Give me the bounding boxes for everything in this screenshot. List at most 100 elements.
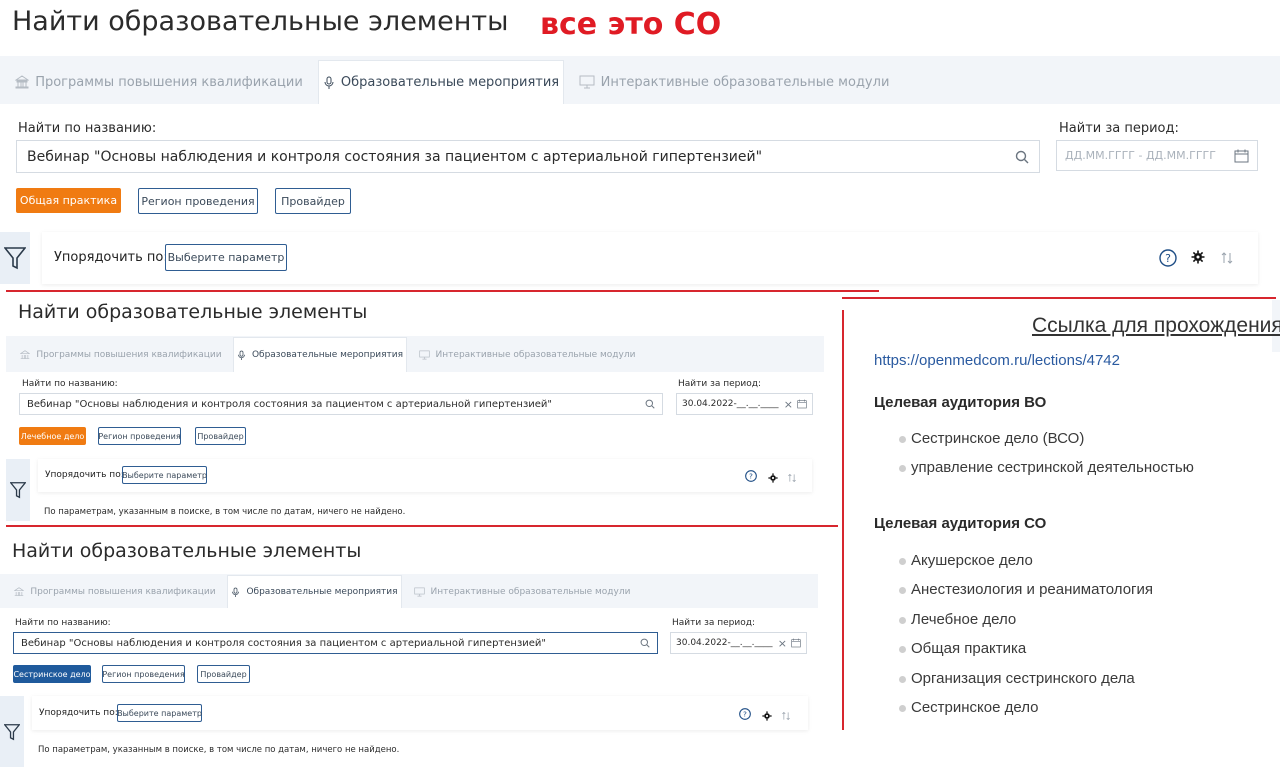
chip-region[interactable]: Регион проведения — [98, 427, 181, 445]
page-title: Найти образовательные элементы — [12, 6, 509, 37]
chip-provider[interactable]: Провайдер — [197, 665, 250, 683]
chip-region[interactable]: Регион проведения — [102, 665, 185, 683]
period-input[interactable]: ДД.ММ.ГГГГ - ДД.ММ.ГГГГ — [1056, 140, 1258, 171]
chip-specialty[interactable]: Общая практика — [16, 188, 121, 213]
tab-label: Образовательные мероприятия — [340, 75, 560, 90]
tab-label: Интерактивные образовательные модули — [600, 74, 890, 90]
period-label: Найти за период: — [672, 618, 755, 628]
help-icon[interactable]: ? — [1159, 249, 1177, 272]
filter-icon — [10, 482, 26, 499]
search-input[interactable]: Вебинар "Основы наблюдения и контроля со… — [13, 632, 658, 654]
sort-bar: Упорядочить по: Выберите параметр ? — [38, 459, 812, 492]
calendar-icon[interactable] — [797, 399, 807, 409]
sort-order-icon[interactable] — [1220, 251, 1234, 270]
tab-programs[interactable]: Программы повышения квалификации — [12, 60, 306, 104]
sort-select-button[interactable]: Выберите параметр — [165, 244, 287, 271]
tab-label: Интерактивные образовательные модули — [435, 349, 636, 360]
red-separator — [6, 290, 879, 292]
bullet — [899, 676, 906, 683]
svg-text:?: ? — [743, 710, 747, 719]
not-found-message: По параметрам, указанным в поиске, в том… — [44, 507, 406, 517]
clear-icon[interactable]: × — [778, 637, 787, 650]
chip-specialty[interactable]: Лечебное дело — [19, 427, 86, 445]
gear-icon[interactable] — [1191, 250, 1205, 269]
tab-events[interactable]: Образовательные мероприятия — [227, 575, 402, 608]
bank-icon — [14, 586, 25, 597]
sort-order-icon[interactable] — [787, 470, 797, 488]
chip-provider[interactable]: Провайдер — [275, 188, 351, 214]
period-value: 30.04.2022-__.__.____ — [676, 638, 773, 648]
red-separator-vertical — [842, 310, 844, 730]
clear-icon[interactable]: × — [784, 398, 793, 411]
audience-info-panel: Ссылка для прохождения https://openmedco… — [864, 300, 1280, 740]
filter-toggle[interactable] — [6, 459, 30, 521]
help-icon[interactable]: ? — [745, 469, 757, 487]
red-separator — [6, 525, 838, 527]
sort-select-button[interactable]: Выберите параметр — [117, 704, 202, 722]
monitor-icon — [579, 75, 595, 89]
bullet — [899, 465, 906, 472]
tab-programs[interactable]: Программы повышения квалификации — [12, 576, 218, 607]
audience-so-item: Общая практика — [911, 640, 1027, 657]
chip-region[interactable]: Регион проведения — [138, 188, 258, 214]
period-input[interactable]: 30.04.2022-__.__.____ × — [676, 393, 813, 415]
monitor-icon — [413, 587, 425, 597]
tab-events[interactable]: Образовательные мероприятия — [318, 60, 564, 104]
audience-so-item: Лечебное дело — [911, 611, 1017, 628]
tab-modules[interactable]: Интерактивные образовательные модули — [418, 338, 636, 371]
gear-icon[interactable] — [762, 708, 772, 726]
search-input[interactable]: Вебинар "Основы наблюдения и контроля со… — [19, 393, 663, 415]
period-label: Найти за период: — [678, 379, 761, 389]
lection-url-link[interactable]: https://openmedcom.ru/lections/4742 — [874, 352, 1120, 369]
search-icon[interactable] — [645, 399, 655, 409]
period-value: 30.04.2022-__.__.____ — [682, 399, 779, 409]
sort-bar: Упорядочить по: Выберите параметр ? — [32, 696, 808, 730]
gear-icon[interactable] — [768, 470, 778, 488]
help-icon[interactable]: ? — [739, 707, 751, 725]
search-icon[interactable] — [640, 638, 650, 648]
bank-icon — [20, 349, 31, 360]
bullet — [899, 705, 906, 712]
chip-specialty[interactable]: Сестринское дело — [13, 665, 91, 683]
microphone-icon — [237, 350, 246, 361]
microphone-icon — [323, 76, 335, 90]
search-value: Вебинар "Основы наблюдения и контроля со… — [27, 148, 763, 165]
tab-label: Интерактивные образовательные модули — [430, 586, 631, 597]
annotation-text: все это СО — [540, 7, 722, 42]
link-heading: Ссылка для прохождения — [1032, 314, 1280, 337]
bullet — [899, 646, 906, 653]
search-label: Найти по названию: — [15, 618, 111, 628]
tab-label: Программы повышения квалификации — [30, 586, 216, 597]
chip-provider[interactable]: Провайдер — [195, 427, 246, 445]
period-label: Найти за период: — [1059, 121, 1179, 136]
not-found-message: По параметрам, указанным в поиске, в том… — [38, 745, 400, 755]
sort-order-icon[interactable] — [781, 708, 791, 726]
search-icon[interactable] — [1015, 150, 1029, 164]
tab-events[interactable]: Образовательные мероприятия — [233, 337, 407, 372]
search-input[interactable]: Вебинар "Основы наблюдения и контроля со… — [16, 140, 1040, 173]
filter-icon — [4, 723, 20, 740]
tab-label: Образовательные мероприятия — [246, 587, 398, 597]
tab-modules[interactable]: Интерактивные образовательные модули — [579, 60, 889, 104]
monitor-icon — [418, 350, 430, 360]
calendar-icon[interactable] — [1234, 149, 1249, 163]
page-title: Найти образовательные элементы — [12, 540, 362, 562]
calendar-icon[interactable] — [791, 638, 801, 648]
audience-vo-heading: Целевая аудитория ВО — [874, 394, 1047, 411]
tab-programs[interactable]: Программы повышения квалификации — [18, 338, 224, 371]
sort-select-button[interactable]: Выберите параметр — [122, 466, 207, 484]
filter-toggle[interactable] — [0, 696, 24, 767]
sort-label: Упорядочить по: — [54, 250, 168, 265]
sort-bar: Упорядочить по: Выберите параметр ? — [42, 232, 1258, 284]
filter-toggle[interactable] — [0, 232, 30, 284]
red-separator — [842, 297, 1276, 299]
bullet — [899, 587, 906, 594]
period-input[interactable]: 30.04.2022-__.__.____ × — [670, 632, 807, 654]
audience-so-item: Сестринское дело — [911, 699, 1039, 716]
search-label: Найти по названию: — [18, 121, 157, 136]
svg-text:?: ? — [1165, 252, 1171, 265]
page-title: Найти образовательные элементы — [18, 301, 368, 323]
tab-label: Образовательные мероприятия — [251, 350, 404, 360]
audience-so-item: Акушерское дело — [911, 552, 1033, 569]
tab-modules[interactable]: Интерактивные образовательные модули — [413, 576, 631, 607]
